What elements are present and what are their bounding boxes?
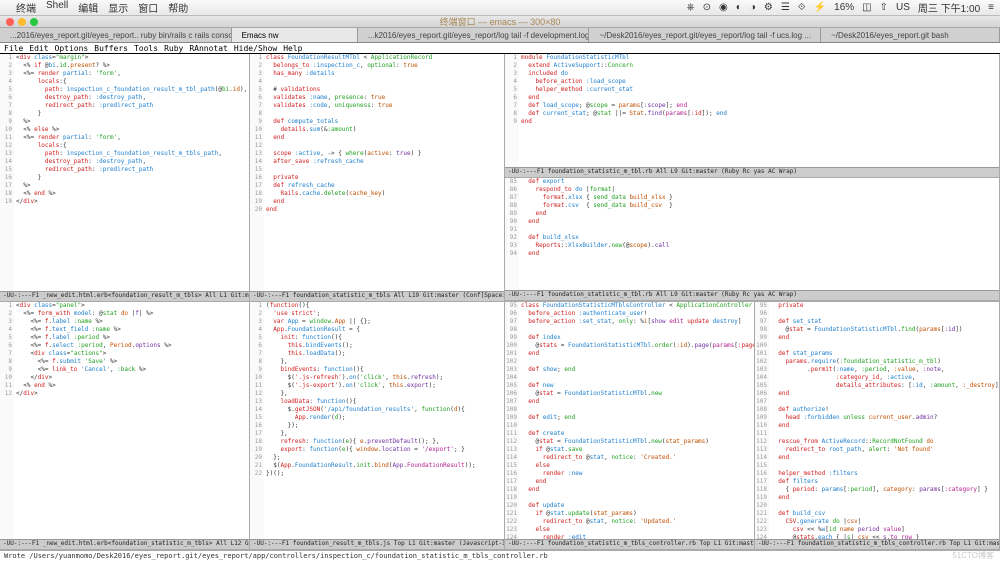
menu-shell[interactable]: Shell	[46, 0, 68, 15]
code-area[interactable]: class FoundationStatisticMTblsController…	[521, 302, 754, 550]
emacs-menu-edit[interactable]: Edit	[29, 44, 48, 53]
modeline: -UU-:---F1 _new_edit.html.erb<foundation…	[0, 291, 249, 301]
menu-edit[interactable]: 编辑	[78, 0, 98, 15]
modeline: -UU-:---F1 foundation_statistic_m_tbls_c…	[505, 539, 754, 549]
status-icon[interactable]: ⟐	[798, 2, 806, 13]
pane-erb-results[interactable]: 12345678910111213141516171819 <div class…	[0, 54, 250, 302]
notification-center-icon[interactable]: ≡	[988, 2, 994, 13]
battery-percent: 16%	[834, 2, 854, 13]
modeline: -UU-:---F1 foundation_statistic_m_tbls_c…	[755, 539, 999, 549]
pane-concern-top[interactable]: 123456789 module FoundationStatisticMTbl…	[505, 54, 1000, 302]
line-gutter: 123456789	[505, 54, 519, 177]
clock[interactable]: 周三 下午1:00	[918, 0, 980, 15]
minimize-button[interactable]	[18, 18, 26, 26]
code-area[interactable]: <div class="panel"> <%= form_with model:…	[16, 302, 249, 398]
pane-erb-stats[interactable]: 123456789101112 <div class="panel"> <%= …	[0, 302, 250, 550]
tab-bash[interactable]: ~/Desk2016/eyes_report.git bash	[821, 28, 1000, 42]
modeline: -UU-:---F1 foundation_statistic_m_tbl.rb…	[505, 167, 999, 177]
line-gutter: 12345678910111213141516171819	[0, 54, 14, 301]
tab-rails-console[interactable]: ...2016/eyes_report.git/eyes_report.. ru…	[0, 28, 232, 42]
status-icon[interactable]: ⎈	[687, 2, 695, 13]
emacs-menu-file[interactable]: File	[4, 44, 23, 53]
pane-model[interactable]: 1234567891011121314151617181920 class Fo…	[250, 54, 505, 302]
status-icon[interactable]: ◫	[862, 2, 871, 13]
mac-menubar: 终端 Shell 编辑 显示 窗口 帮助 ⎈ ⊙ ◉ ◐ ◑ ⚙ ☰ ⟐ ⚡ 1…	[0, 0, 1000, 16]
emacs-menu-rannotat[interactable]: RAnnotat	[189, 44, 228, 53]
menu-help[interactable]: 帮助	[168, 0, 188, 15]
menu-window[interactable]: 窗口	[138, 0, 158, 15]
line-gutter: 9596979899100101102103104105106107108109…	[505, 302, 519, 549]
code-area[interactable]: private def set_stat @stat = FoundationS…	[771, 302, 999, 550]
tab-emacs[interactable]: Emacs nw	[232, 28, 358, 42]
window-titlebar[interactable]: 终端窗口 — emacs — 300×80	[0, 16, 1000, 28]
menu-terminal[interactable]: 终端	[16, 0, 36, 15]
emacs-menu-hideshow[interactable]: Hide/Show	[234, 44, 277, 53]
status-icon[interactable]: ☰	[781, 2, 790, 13]
input-source-icon[interactable]: ⇧	[880, 2, 888, 13]
watermark: 51CTO博客	[952, 550, 994, 561]
window-title: 终端窗口 — emacs — 300×80	[440, 15, 561, 28]
modeline: -UU-:---F1 foundation_statistic_m_tbls A…	[250, 291, 504, 301]
terminal-tabs: ...2016/eyes_report.git/eyes_report.. ru…	[0, 28, 1000, 43]
emacs-menu-buffers[interactable]: Buffers	[94, 44, 128, 53]
line-gutter: 12345678910111213141516171819202122	[250, 302, 264, 549]
emacs-menu-options[interactable]: Options	[55, 44, 89, 53]
subpane-concern-b[interactable]: 85868788899091929394 def export respond_…	[505, 178, 999, 302]
subpane-concern-a[interactable]: 123456789 module FoundationStatisticMTbl…	[505, 54, 999, 178]
modeline: -UU-:---F1 foundation_statistic_m_tbl.rb…	[505, 290, 999, 300]
emacs-menu-tools[interactable]: Tools	[134, 44, 158, 53]
code-area[interactable]: def export respond_to do |format| format…	[521, 178, 999, 258]
pane-controller-b[interactable]: 9596979899100101102103104105106107108109…	[755, 302, 1000, 550]
status-icon[interactable]: ◉	[719, 2, 728, 13]
line-gutter: 9596979899100101102103104105106107108109…	[755, 302, 769, 549]
close-button[interactable]	[6, 18, 14, 26]
pane-controller-a[interactable]: 9596979899100101102103104105106107108109…	[505, 302, 755, 550]
emacs-editor: 12345678910111213141516171819 <div class…	[0, 54, 1000, 563]
tab-tail-ucs-log[interactable]: ~/Desk2016/eyes_report.git/eyes_report/l…	[589, 28, 821, 42]
status-icon[interactable]: ◐	[736, 2, 742, 13]
code-area[interactable]: class FoundationResultMTbl < Application…	[266, 54, 504, 214]
maximize-button[interactable]	[30, 18, 38, 26]
minibuffer[interactable]: Wrote /Users/yuanmomo/Desk2016/eyes_repo…	[0, 550, 1000, 563]
status-icon[interactable]: ⚙	[764, 2, 773, 13]
modeline: -UU-:---F1 _new_edit.html.erb<foundation…	[0, 539, 249, 549]
tab-tail-dev-log[interactable]: ...k2016/eyes_report.git/eyes_report/log…	[358, 28, 590, 42]
pane-js[interactable]: 12345678910111213141516171819202122 (fun…	[250, 302, 505, 550]
input-source-label[interactable]: US	[896, 2, 910, 13]
line-gutter: 123456789101112	[0, 302, 14, 549]
emacs-menu-help[interactable]: Help	[283, 44, 302, 53]
emacs-menubar: File Edit Options Buffers Tools Ruby RAn…	[0, 43, 1000, 54]
code-area[interactable]: (function(){ 'use strict'; var App = win…	[266, 302, 504, 478]
line-gutter: 85868788899091929394	[505, 178, 519, 301]
menu-view[interactable]: 显示	[108, 0, 128, 15]
code-area[interactable]: module FoundationStatisticMTbl extend Ac…	[521, 54, 999, 126]
code-area[interactable]: <div class="margin"> <% if @bi.id.presen…	[16, 54, 249, 206]
status-icon[interactable]: ⊙	[703, 2, 711, 13]
modeline: -UU-:---F1 foundation_result_m_tbls.js T…	[250, 539, 504, 549]
status-icon[interactable]: ◑	[750, 2, 756, 13]
line-gutter: 1234567891011121314151617181920	[250, 54, 264, 301]
emacs-menu-ruby[interactable]: Ruby	[164, 44, 183, 53]
battery-icon[interactable]: ⚡	[814, 2, 826, 13]
